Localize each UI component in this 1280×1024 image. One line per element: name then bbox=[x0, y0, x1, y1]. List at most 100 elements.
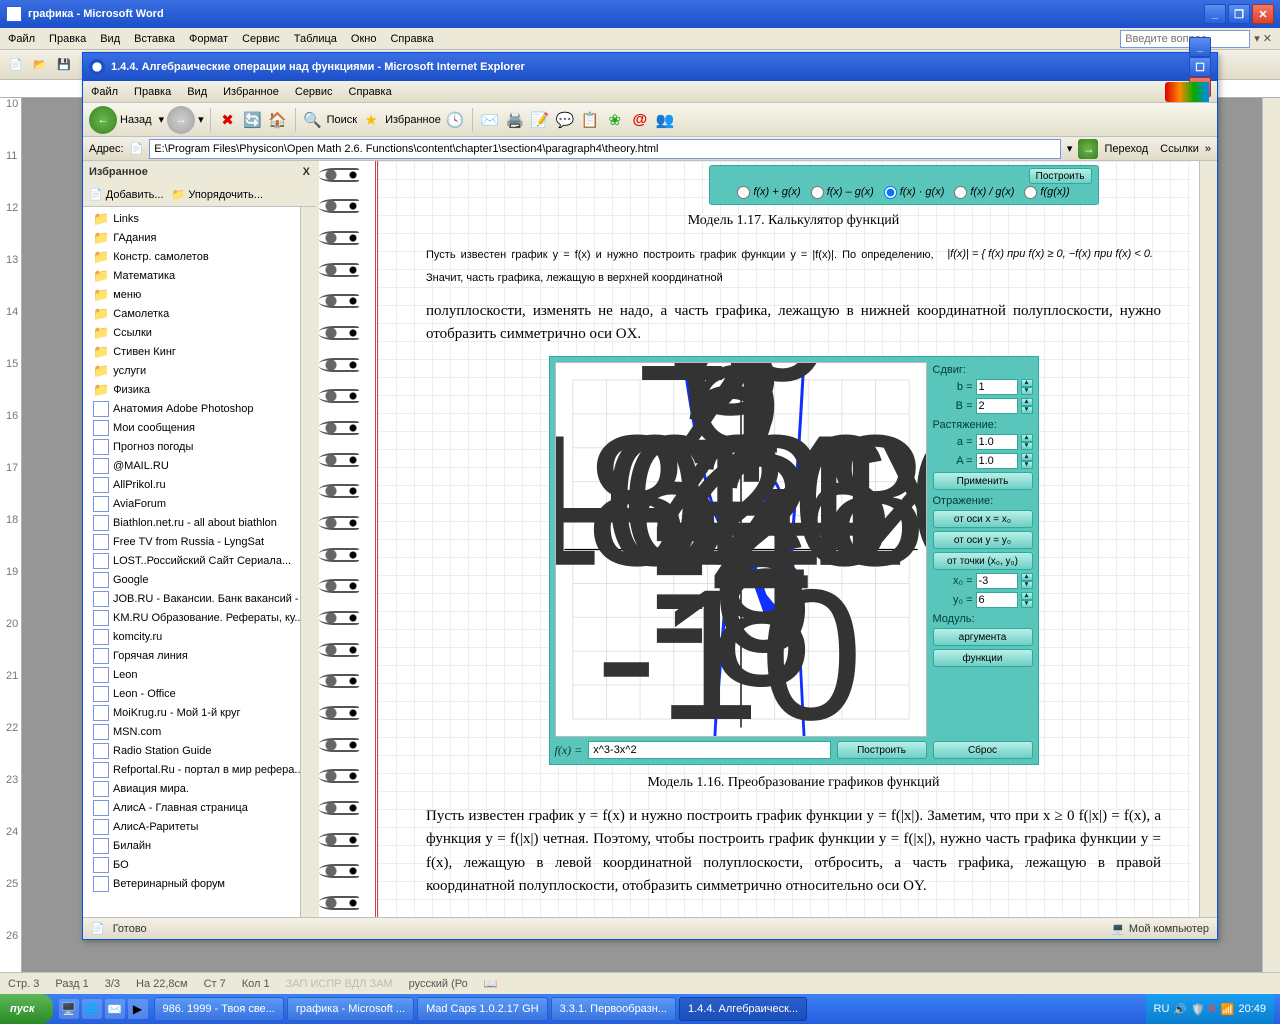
new-icon[interactable]: 📄 bbox=[6, 55, 26, 75]
word-ask-input[interactable] bbox=[1120, 30, 1250, 48]
messenger-icon[interactable]: 👥 bbox=[654, 109, 676, 131]
tray-network-icon[interactable]: 📶 bbox=[1221, 1003, 1235, 1016]
forward-button[interactable]: → bbox=[167, 106, 195, 134]
taskbar-task[interactable]: 3.3.1. Первообразн... bbox=[551, 997, 676, 1021]
favorites-item[interactable]: Leon bbox=[83, 665, 316, 684]
x0-input[interactable] bbox=[976, 573, 1018, 589]
word-menu-help[interactable]: Справка bbox=[390, 33, 433, 45]
ql-browser-icon[interactable]: 🌐 bbox=[82, 999, 102, 1019]
calc-option[interactable]: f(x) – g(x) bbox=[811, 186, 874, 199]
word-vertical-scrollbar[interactable] bbox=[1262, 98, 1280, 972]
edit-icon[interactable]: 📝 bbox=[529, 109, 551, 131]
tray-volume-icon[interactable]: 🔊 bbox=[1173, 1003, 1187, 1016]
research-icon[interactable]: 📋 bbox=[579, 109, 601, 131]
reflect-point-button[interactable]: от точки (x₀, y₀) bbox=[933, 552, 1033, 570]
word-menu-view[interactable]: Вид bbox=[100, 33, 120, 45]
back-label[interactable]: Назад bbox=[120, 114, 152, 126]
favorites-item[interactable]: Авиация мира. bbox=[83, 779, 316, 798]
links-chevron-icon[interactable]: » bbox=[1205, 143, 1211, 155]
word-menu-window[interactable]: Окно bbox=[351, 33, 377, 45]
taskbar-task[interactable]: 986. 1999 - Твоя све... bbox=[154, 997, 284, 1021]
open-icon[interactable]: 📂 bbox=[30, 55, 50, 75]
back-dropdown-icon[interactable]: ▾ bbox=[159, 113, 165, 126]
calc-option[interactable]: f(x) + g(x) bbox=[737, 186, 800, 199]
book-icon[interactable]: 📖 bbox=[484, 977, 498, 990]
favorites-item[interactable]: LOST..Российский Сайт Сериала... bbox=[83, 551, 316, 570]
taskbar-task[interactable]: графика - Microsoft ... bbox=[287, 997, 414, 1021]
tray-shield-icon[interactable]: 🛡️ bbox=[1191, 1003, 1205, 1016]
favorites-item[interactable]: komcity.ru bbox=[83, 627, 316, 646]
favorites-item[interactable]: Ветеринарный форум bbox=[83, 874, 316, 893]
favorites-item[interactable]: Прогноз погоды bbox=[83, 437, 316, 456]
module-arg-button[interactable]: аргумента bbox=[933, 628, 1033, 646]
module-fun-button[interactable]: функции bbox=[933, 649, 1033, 667]
b-input[interactable] bbox=[976, 379, 1018, 395]
discuss-icon[interactable]: 💬 bbox=[554, 109, 576, 131]
word-minimize-button[interactable]: _ bbox=[1204, 4, 1226, 24]
x0-spinner[interactable]: ▴▾ bbox=[1021, 573, 1033, 589]
favorites-item[interactable]: АлисА-Раритеты bbox=[83, 817, 316, 836]
calc-option[interactable]: f(g(x)) bbox=[1024, 186, 1069, 199]
ie-maximize-button[interactable]: ☐ bbox=[1189, 57, 1211, 77]
at-icon[interactable]: @ bbox=[629, 109, 651, 131]
favorites-scrollbar[interactable] bbox=[300, 207, 316, 917]
ql-media-icon[interactable]: ▶ bbox=[128, 999, 148, 1019]
favorites-item[interactable]: Google bbox=[83, 570, 316, 589]
address-dropdown-icon[interactable]: ▾ bbox=[1067, 142, 1073, 155]
favorites-label[interactable]: Избранное bbox=[385, 114, 441, 126]
word-menu-service[interactable]: Сервис bbox=[242, 33, 280, 45]
favorites-item[interactable]: меню bbox=[83, 285, 316, 304]
favorites-item[interactable]: Refportal.Ru - портал в мир рефера... bbox=[83, 760, 316, 779]
calc-option[interactable]: f(x) / g(x) bbox=[954, 186, 1014, 199]
a-spinner[interactable]: ▴▾ bbox=[1021, 434, 1033, 450]
favorites-item[interactable]: Biathlon.net.ru - all about biathlon bbox=[83, 513, 316, 532]
ie-menu-tools[interactable]: Сервис bbox=[295, 86, 333, 98]
word-vertical-ruler[interactable]: 101112131415161718192021222324252627 bbox=[0, 98, 22, 994]
favorites-item[interactable]: KM.RU Образование. Рефераты, ку... bbox=[83, 608, 316, 627]
mail-icon[interactable]: ✉️ bbox=[479, 109, 501, 131]
y0-spinner[interactable]: ▴▾ bbox=[1021, 592, 1033, 608]
favorites-item[interactable]: Горячая линия bbox=[83, 646, 316, 665]
taskbar-task[interactable]: 1.4.4. Алгебраическ... bbox=[679, 997, 807, 1021]
refresh-icon[interactable]: 🔄 bbox=[242, 109, 264, 131]
word-menu-file[interactable]: Файл bbox=[8, 33, 35, 45]
favorites-item[interactable]: Free TV from Russia - LyngSat bbox=[83, 532, 316, 551]
back-button[interactable]: ← bbox=[89, 106, 117, 134]
reset-button[interactable]: Сброс bbox=[933, 741, 1033, 759]
fwd-dropdown-icon[interactable]: ▾ bbox=[198, 113, 204, 126]
content-scrollbar[interactable] bbox=[1199, 161, 1217, 917]
go-button[interactable]: → bbox=[1078, 139, 1098, 159]
big-b-input[interactable] bbox=[976, 398, 1018, 414]
favorites-item[interactable]: ГАдания bbox=[83, 228, 316, 247]
history-icon[interactable]: 🕓 bbox=[444, 109, 466, 131]
favorites-item[interactable]: Констр. самолетов bbox=[83, 247, 316, 266]
favorites-item[interactable]: MSN.com bbox=[83, 722, 316, 741]
word-titlebar[interactable]: графика - Microsoft Word _ ❐ ✕ bbox=[0, 0, 1280, 28]
big-b-spinner[interactable]: ▴▾ bbox=[1021, 398, 1033, 414]
y0-input[interactable] bbox=[976, 592, 1018, 608]
ie-minimize-button[interactable]: _ bbox=[1189, 37, 1211, 57]
favorites-item[interactable]: Radio Station Guide bbox=[83, 741, 316, 760]
favorites-item[interactable]: Физика bbox=[83, 380, 316, 399]
favorites-item[interactable]: Анатомия Adobe Photoshop bbox=[83, 399, 316, 418]
word-menu-table[interactable]: Таблица bbox=[294, 33, 337, 45]
reflect-x-button[interactable]: от оси x = x₀ bbox=[933, 510, 1033, 528]
favorites-item[interactable]: БО bbox=[83, 855, 316, 874]
favorites-item[interactable]: услуги bbox=[83, 361, 316, 380]
ql-desktop-icon[interactable]: 🖥️ bbox=[59, 999, 79, 1019]
save-icon[interactable]: 💾 bbox=[54, 55, 74, 75]
favorites-item[interactable]: Самолетка bbox=[83, 304, 316, 323]
calc-option[interactable]: f(x) · g(x) bbox=[884, 186, 945, 199]
system-tray[interactable]: RU 🔊 🛡️ K 📶 20:49 bbox=[1146, 994, 1274, 1024]
favorites-icon[interactable]: ★ bbox=[360, 109, 382, 131]
favorites-add-button[interactable]: 📄 Добавить... bbox=[89, 188, 164, 201]
favorites-item[interactable]: Мои сообщения bbox=[83, 418, 316, 437]
b-spinner[interactable]: ▴▾ bbox=[1021, 379, 1033, 395]
ql-mail-icon[interactable]: ✉️ bbox=[105, 999, 125, 1019]
favorites-item[interactable]: AviaForum bbox=[83, 494, 316, 513]
word-ask-dropdown[interactable]: ▾ ✕ bbox=[1254, 33, 1272, 45]
favorites-item[interactable]: MoiKrug.ru - Мой 1-й круг bbox=[83, 703, 316, 722]
fx-input[interactable] bbox=[588, 741, 830, 759]
favorites-item[interactable]: Ссылки bbox=[83, 323, 316, 342]
a-input[interactable] bbox=[976, 434, 1018, 450]
